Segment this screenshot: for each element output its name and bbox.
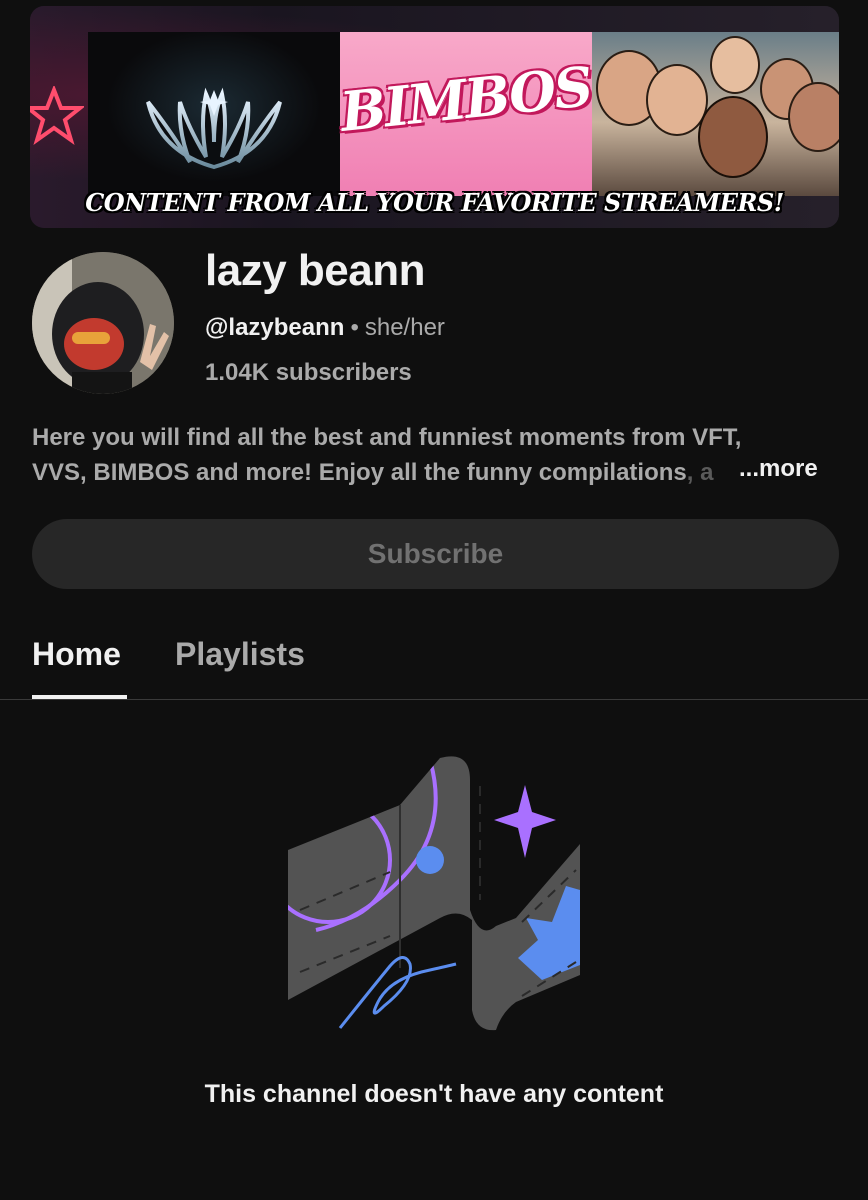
streamer-face <box>788 82 839 152</box>
streamer-face <box>698 96 768 178</box>
bimbos-logo-text: BIMBOS <box>337 54 595 144</box>
avatar-image <box>32 252 174 394</box>
description-more-link[interactable]: ...more <box>737 455 818 483</box>
description-line-2-cut: , a <box>686 459 714 486</box>
description-line-2-text: VVS, BIMBOS and more! Enjoy all the funn… <box>32 459 687 486</box>
channel-name: lazy beann <box>205 246 425 295</box>
channel-handle: @lazybeann <box>205 314 345 341</box>
subscribe-button[interactable]: Subscribe <box>32 519 839 589</box>
subscriber-count: 1.04K subscribers <box>205 359 412 386</box>
channel-handle-row: @lazybeann • she/her <box>205 314 445 342</box>
channel-pronouns: she/her <box>364 314 445 341</box>
channel-description[interactable]: Here you will find all the best and funn… <box>32 420 832 490</box>
tabs-divider <box>0 699 868 700</box>
banner-streamers-tile <box>592 32 839 196</box>
separator-dot: • <box>350 314 359 341</box>
winged-logo-icon <box>146 87 282 170</box>
neon-star-icon <box>30 86 84 145</box>
empty-state-message: This channel doesn't have any content <box>204 1080 664 1108</box>
channel-avatar[interactable] <box>32 252 174 394</box>
banner-bimbos-tile: BIMBOS <box>337 32 595 196</box>
empty-channel-illustration-icon <box>288 756 580 1031</box>
tab-home[interactable]: Home <box>32 636 121 673</box>
channel-banner: BIMBOS CONTENT FROM ALL YOUR FAVORITE ST… <box>30 6 839 228</box>
tab-playlists[interactable]: Playlists <box>175 636 305 673</box>
description-line-2: VVS, BIMBOS and more! Enjoy all the funn… <box>32 455 832 490</box>
streamer-face <box>710 36 760 94</box>
description-line-1: Here you will find all the best and funn… <box>32 424 742 451</box>
banner-caption: CONTENT FROM ALL YOUR FAVORITE STREAMERS… <box>85 188 784 217</box>
banner-logo-tile <box>88 32 340 196</box>
